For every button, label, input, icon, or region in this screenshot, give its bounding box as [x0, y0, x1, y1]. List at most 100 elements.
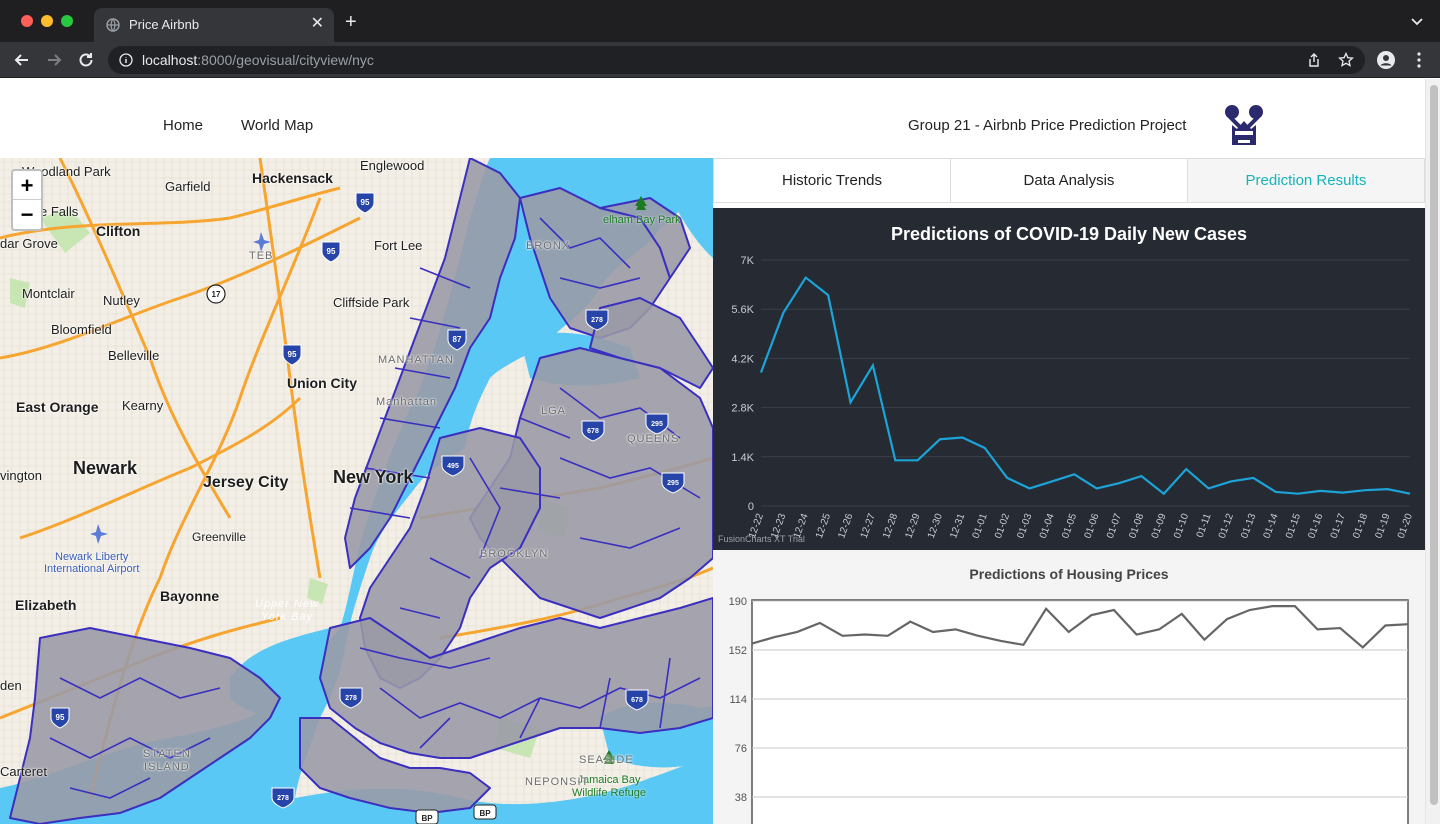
covid-y-tick-label: 4.2K — [731, 353, 754, 365]
map-label: den — [0, 678, 22, 693]
covid-y-tick-label: 7K — [741, 255, 755, 267]
covid-x-tick-label: 01-19 — [1373, 512, 1392, 540]
globe-icon — [106, 18, 120, 32]
map-label: Manhattan — [376, 396, 437, 408]
map-label: QUEENS — [627, 433, 680, 445]
new-tab-button[interactable]: + — [345, 12, 357, 32]
more-menu-icon[interactable] — [1409, 50, 1429, 70]
shield-label: 87 — [453, 335, 462, 344]
results-tabs: Historic Trends Data Analysis Prediction… — [713, 158, 1425, 203]
covid-x-tick-label: 12-26 — [836, 512, 855, 540]
shield-label: 95 — [361, 198, 370, 207]
covid-x-tick-label: 01-14 — [1262, 512, 1281, 540]
nyc-map[interactable]: 95 95 17 95 278 495 678 295 295 678 278 … — [0, 158, 713, 824]
maximize-window-button[interactable] — [61, 15, 73, 27]
map-label: MANHATTAN — [378, 354, 454, 366]
covid-y-tick-label: 0 — [748, 501, 754, 513]
housing-chart-canvas: 38 76 114 152 190 — [729, 596, 1409, 824]
back-arrow-icon[interactable] — [12, 50, 32, 70]
zoom-out-button[interactable]: − — [13, 200, 41, 229]
url-text[interactable]: localhost:8000/geovisual/cityview/nyc — [142, 52, 374, 68]
shield-label: 17 — [212, 290, 221, 299]
covid-x-tick-label: 01-04 — [1038, 512, 1057, 540]
nav-world-map-link[interactable]: World Map — [241, 117, 313, 134]
map-label: Englewood — [360, 158, 425, 173]
covid-x-tick-label: 01-16 — [1306, 512, 1325, 540]
minimize-window-button[interactable] — [41, 15, 53, 27]
map-label: vington — [0, 468, 42, 483]
page-scrollbar[interactable] — [1425, 79, 1440, 824]
shield-label: BP — [421, 814, 433, 823]
tab-historic-trends[interactable]: Historic Trends — [714, 159, 950, 202]
share-icon[interactable] — [1306, 52, 1322, 68]
covid-x-tick-label: 01-18 — [1351, 512, 1370, 540]
map-canvas[interactable]: 95 95 17 95 278 495 678 295 295 678 278 … — [0, 158, 713, 824]
covid-chart-canvas: 01.4K2.8K4.2K5.6K7K12-22 12-23 12-24 12-25 1… — [731, 255, 1415, 540]
map-label: Hackensack — [252, 170, 333, 186]
page: Home World Map Group 21 - Airbnb Price P… — [0, 79, 1425, 824]
housing-chart: Predictions of Housing Prices 38 76 114 152… — [713, 550, 1425, 824]
chevron-down-icon[interactable] — [1410, 14, 1424, 28]
project-title: Group 21 - Airbnb Price Prediction Proje… — [908, 117, 1187, 134]
browser-tab[interactable]: Price Airbnb ✕ — [94, 8, 334, 42]
forward-arrow-icon[interactable] — [44, 50, 64, 70]
covid-x-tick-label: 01-10 — [1172, 512, 1191, 540]
map-label: Kearny — [122, 398, 164, 413]
shield-label: 678 — [587, 428, 599, 435]
map-label: East Orange — [16, 399, 99, 415]
shield-label: 678 — [631, 697, 643, 704]
map-label: Greenville — [192, 530, 247, 544]
map-label: LGA — [541, 405, 567, 417]
tab-prediction-results[interactable]: Prediction Results — [1187, 159, 1424, 202]
zoom-in-button[interactable]: + — [13, 171, 41, 200]
covid-x-tick-label: 01-15 — [1284, 512, 1303, 540]
map-label: Bayonne — [160, 588, 220, 604]
covid-x-tick-label: 12-30 — [926, 512, 945, 540]
map-label: Garfield — [165, 179, 211, 194]
shield-label: 295 — [651, 421, 663, 428]
scrollbar-thumb[interactable] — [1430, 85, 1438, 805]
close-window-button[interactable] — [21, 15, 33, 27]
map-label: Jersey City — [203, 474, 289, 491]
covid-chart: Predictions of COVID-19 Daily New Cases … — [713, 208, 1425, 550]
bookmark-star-icon[interactable] — [1338, 52, 1354, 68]
covid-x-tick-label: 01-05 — [1060, 512, 1079, 540]
shield-label: 95 — [288, 350, 297, 359]
map-label: Nutley — [103, 293, 140, 308]
covid-series-line — [759, 275, 1411, 496]
map-label: Belleville — [108, 348, 160, 363]
housing-y-tick-label: 114 — [729, 694, 747, 706]
shield-label: 495 — [447, 463, 459, 470]
covid-x-tick-label: 01-02 — [993, 512, 1012, 540]
housing-plot-area — [751, 599, 1409, 824]
info-icon[interactable] — [119, 53, 133, 67]
covid-x-tick-label: 01-11 — [1195, 512, 1214, 540]
map-label: BROOKLYN — [480, 548, 549, 560]
address-bar[interactable]: localhost:8000/geovisual/cityview/nyc — [108, 46, 1365, 74]
profile-icon[interactable] — [1376, 50, 1396, 70]
nav-home-link[interactable]: Home — [163, 117, 203, 134]
map-label: Newark — [73, 458, 138, 478]
map-label: Upper New York Bay — [255, 598, 320, 623]
covid-x-tick-label: 12-31 — [948, 512, 967, 540]
tab-title: Price Airbnb — [129, 17, 200, 32]
project-logo — [1225, 105, 1263, 145]
map-label: STATEN ISLAND — [143, 748, 191, 773]
tab-data-analysis[interactable]: Data Analysis — [950, 159, 1187, 202]
shield-label: 278 — [345, 695, 357, 702]
covid-x-tick-label: 01-01 — [971, 512, 990, 540]
covid-x-tick-label: 01-20 — [1396, 512, 1415, 540]
map-label: Union City — [287, 375, 357, 391]
close-tab-icon[interactable]: ✕ — [311, 14, 324, 34]
browser-toolbar: localhost:8000/geovisual/cityview/nyc — [0, 42, 1440, 78]
covid-y-tick-label: 2.8K — [731, 403, 754, 415]
covid-x-tick-label: 12-25 — [814, 512, 833, 540]
zoom-control: + − — [11, 169, 43, 231]
covid-x-tick-label: 01-03 — [1015, 512, 1034, 540]
map-label: Newark Liberty International Airport — [44, 551, 140, 575]
trial-watermark: FusionCharts XT Trial — [718, 534, 805, 544]
map-label: BRONX — [526, 240, 571, 252]
housing-y-tick-label: 38 — [735, 792, 747, 804]
covid-x-tick-label: 01-06 — [1083, 512, 1102, 540]
reload-icon[interactable] — [76, 50, 96, 70]
